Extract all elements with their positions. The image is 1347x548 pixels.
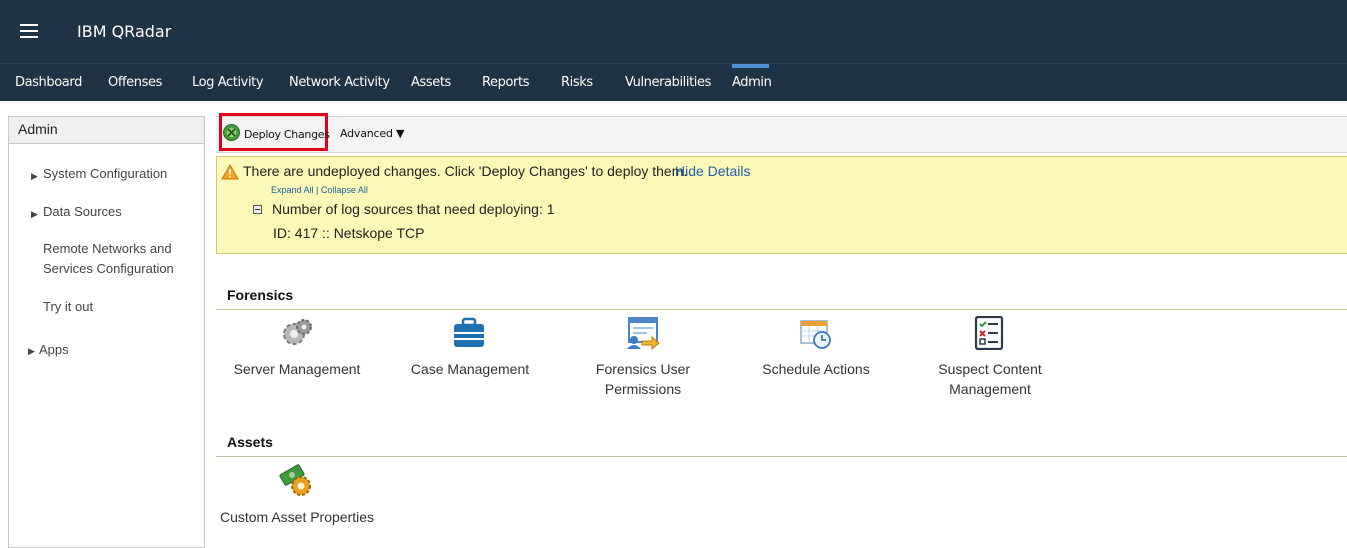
- expand-arrow-icon[interactable]: ▶: [31, 209, 38, 220]
- section-divider: [216, 456, 1347, 457]
- sidebar-item-remote-networks-line2[interactable]: Services Configuration: [43, 259, 174, 279]
- expand-arrow-icon[interactable]: ▶: [28, 346, 35, 357]
- sidebar-item-apps[interactable]: Apps: [39, 340, 69, 360]
- active-tab-indicator: [732, 64, 769, 68]
- advanced-dropdown[interactable]: Advanced ▼: [340, 127, 404, 140]
- warning-icon: [221, 164, 239, 180]
- collapse-all-link[interactable]: Collapse All: [321, 185, 368, 195]
- expand-collapse-links: Expand All | Collapse All: [271, 185, 368, 195]
- tab-assets[interactable]: Assets: [411, 75, 451, 90]
- briefcase-icon[interactable]: [452, 316, 486, 350]
- expand-all-link[interactable]: Expand All: [271, 185, 314, 195]
- user-permissions-icon[interactable]: [626, 316, 660, 350]
- link-separator: |: [313, 185, 321, 195]
- case-management-tool[interactable]: Case Management: [385, 359, 555, 379]
- section-title-assets: Assets: [227, 434, 273, 450]
- hamburger-menu-icon[interactable]: [20, 24, 38, 38]
- tab-admin[interactable]: Admin: [732, 75, 772, 90]
- custom-asset-properties-tool[interactable]: Custom Asset Properties: [212, 507, 382, 527]
- sidebar-item-try-it-out[interactable]: Try it out: [43, 297, 93, 317]
- suspect-content-label-line1: Suspect Content: [938, 361, 1042, 377]
- section-title-forensics: Forensics: [227, 287, 294, 303]
- main-nav: Dashboard Offenses Log Activity Network …: [0, 63, 1347, 101]
- deploy-icon: [223, 124, 240, 141]
- asset-properties-icon[interactable]: [279, 463, 313, 497]
- sidebar-item-remote-networks-line1[interactable]: Remote Networks and: [43, 239, 172, 259]
- custom-asset-properties-label: Custom Asset Properties: [219, 509, 375, 525]
- deploy-changes-label[interactable]: Deploy Changes: [244, 128, 330, 141]
- suspect-content-management-tool[interactable]: Suspect Content Management: [905, 359, 1075, 399]
- forensics-user-permissions-label-line1: Forensics User: [595, 361, 691, 377]
- tab-log-activity[interactable]: Log Activity: [192, 75, 264, 90]
- schedule-actions-label: Schedule Actions: [762, 361, 870, 377]
- collapse-toggle-icon[interactable]: [253, 205, 262, 214]
- server-management-label: Server Management: [233, 361, 361, 377]
- tab-reports[interactable]: Reports: [482, 75, 529, 90]
- schedule-actions-tool[interactable]: Schedule Actions: [731, 359, 901, 379]
- app-title: IBM QRadar: [77, 22, 172, 41]
- hide-details-link[interactable]: Hide Details: [675, 163, 750, 179]
- checklist-icon[interactable]: [972, 316, 1006, 350]
- suspect-content-label-line2: Management: [949, 381, 1031, 397]
- tab-network-activity[interactable]: Network Activity: [289, 75, 390, 90]
- section-divider: [216, 309, 1347, 310]
- tab-offenses[interactable]: Offenses: [108, 75, 162, 90]
- top-header: IBM QRadar: [0, 0, 1347, 63]
- tab-risks[interactable]: Risks: [561, 75, 593, 90]
- log-source-count: Number of log sources that need deployin…: [272, 201, 555, 217]
- forensics-user-permissions-label-line2: Permissions: [604, 381, 682, 397]
- expand-arrow-icon[interactable]: ▶: [31, 171, 38, 182]
- tab-vulnerabilities[interactable]: Vulnerabilities: [625, 75, 711, 90]
- notice-message: There are undeployed changes. Click 'Dep…: [243, 163, 688, 179]
- schedule-icon[interactable]: [800, 318, 834, 352]
- sidebar-item-system-configuration[interactable]: System Configuration: [43, 164, 167, 184]
- tab-dashboard[interactable]: Dashboard: [15, 75, 82, 90]
- server-management-tool[interactable]: Server Management: [212, 359, 382, 379]
- gears-icon[interactable]: [280, 316, 314, 350]
- sidebar-item-data-sources[interactable]: Data Sources: [43, 202, 122, 222]
- sidebar-title: Admin: [9, 117, 204, 144]
- log-source-id: ID: 417 :: Netskope TCP: [273, 225, 425, 241]
- forensics-user-permissions-tool[interactable]: Forensics User Permissions: [558, 359, 728, 399]
- case-management-label: Case Management: [410, 361, 530, 377]
